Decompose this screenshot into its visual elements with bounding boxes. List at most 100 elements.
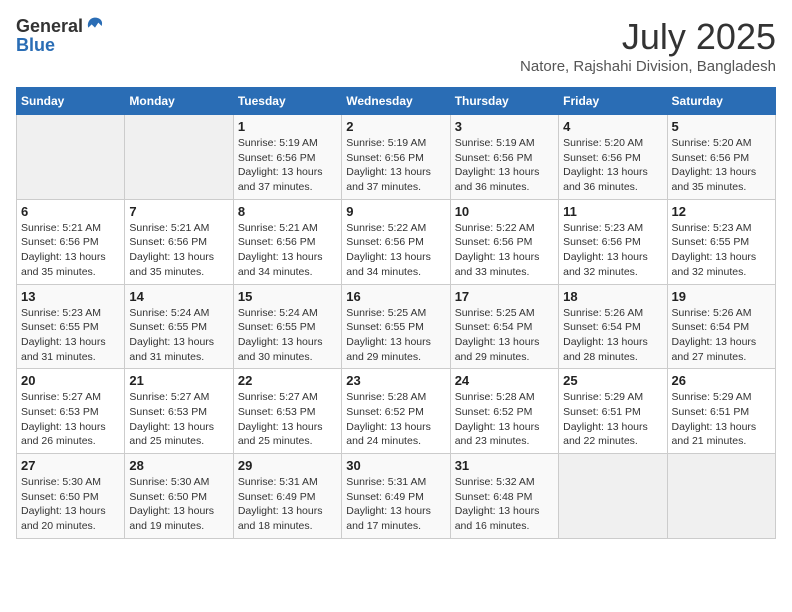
title-block: July 2025 Natore, Rajshahi Division, Ban… (520, 16, 776, 75)
day-number: 4 (563, 119, 662, 134)
weekday-header-friday: Friday (559, 88, 667, 115)
day-number: 16 (346, 289, 445, 304)
calendar-cell: 24Sunrise: 5:28 AMSunset: 6:52 PMDayligh… (450, 369, 558, 454)
logo-text-blue: Blue (16, 35, 55, 55)
calendar-cell: 31 Sunrise: 5:32 AMSunset: 6:48 PMDayligh… (450, 454, 558, 539)
day-number: 29 (238, 458, 337, 473)
calendar-cell: 29Sunrise: 5:31 AMSunset: 6:49 PMDayligh… (233, 454, 341, 539)
day-number: 5 (672, 119, 771, 134)
day-number: 23 (346, 373, 445, 388)
day-number: 21 (129, 373, 228, 388)
calendar-cell: 25Sunrise: 5:29 AMSunset: 6:51 PMDayligh… (559, 369, 667, 454)
day-number: 19 (672, 289, 771, 304)
calendar-cell: 20 Sunrise: 5:27 AMSunset: 6:53 PMDayligh… (17, 369, 125, 454)
day-detail: Sunrise: 5:28 AMSunset: 6:52 PMDaylight:… (346, 390, 445, 449)
day-number: 15 (238, 289, 337, 304)
day-detail: Sunrise: 5:21 AMSunset: 6:56 PMDaylight:… (21, 221, 120, 280)
day-number: 14 (129, 289, 228, 304)
weekday-header-thursday: Thursday (450, 88, 558, 115)
day-number: 11 (563, 204, 662, 219)
calendar-week-5: 27 Sunrise: 5:30 AMSunset: 6:50 PMDayligh… (17, 454, 776, 539)
day-detail: Sunrise: 5:26 AMSunset: 6:54 PMDaylight:… (563, 306, 662, 365)
day-detail: Sunrise: 5:27 AMSunset: 6:53 PMDaylight:… (238, 390, 337, 449)
day-detail: Sunrise: 5:25 AMSunset: 6:55 PMDaylight:… (346, 306, 445, 365)
day-number: 6 (21, 204, 120, 219)
calendar-cell: 12 Sunrise: 5:23 AMSunset: 6:55 PMDayligh… (667, 199, 775, 284)
calendar-cell: 8 Sunrise: 5:21 AMSunset: 6:56 PMDaylight… (233, 199, 341, 284)
day-number: 27 (21, 458, 120, 473)
day-number: 3 (455, 119, 554, 134)
day-number: 25 (563, 373, 662, 388)
calendar-cell (559, 454, 667, 539)
calendar-cell: 15 Sunrise: 5:24 AMSunset: 6:55 PMDayligh… (233, 284, 341, 369)
day-detail: Sunrise: 5:26 AMSunset: 6:54 PMDaylight:… (672, 306, 771, 365)
day-number: 1 (238, 119, 337, 134)
weekday-header-tuesday: Tuesday (233, 88, 341, 115)
day-number: 8 (238, 204, 337, 219)
day-number: 31 (455, 458, 554, 473)
day-detail: Sunrise: 5:21 AMSunset: 6:56 PMDaylight:… (129, 221, 228, 280)
calendar-title: July 2025 (520, 16, 776, 58)
day-number: 7 (129, 204, 228, 219)
day-detail: Sunrise: 5:30 AMSunset: 6:50 PMDaylight:… (21, 475, 120, 534)
weekday-header-wednesday: Wednesday (342, 88, 450, 115)
calendar-cell: 11 Sunrise: 5:23 AMSunset: 6:56 PMDayligh… (559, 199, 667, 284)
day-detail: Sunrise: 5:29 AMSunset: 6:51 PMDaylight:… (672, 390, 771, 449)
weekday-header-sunday: Sunday (17, 88, 125, 115)
calendar-cell: 3Sunrise: 5:19 AMSunset: 6:56 PMDaylight… (450, 115, 558, 200)
day-detail: Sunrise: 5:20 AMSunset: 6:56 PMDaylight:… (672, 136, 771, 195)
calendar-subtitle: Natore, Rajshahi Division, Bangladesh (520, 58, 776, 75)
calendar-cell: 21 Sunrise: 5:27 AMSunset: 6:53 PMDayligh… (125, 369, 233, 454)
day-detail: Sunrise: 5:32 AMSunset: 6:48 PMDaylight:… (455, 475, 554, 534)
calendar-cell: 26Sunrise: 5:29 AMSunset: 6:51 PMDayligh… (667, 369, 775, 454)
calendar-cell (17, 115, 125, 200)
day-detail: Sunrise: 5:21 AMSunset: 6:56 PMDaylight:… (238, 221, 337, 280)
calendar-cell: 22 Sunrise: 5:27 AMSunset: 6:53 PMDayligh… (233, 369, 341, 454)
calendar-cell: 7 Sunrise: 5:21 AMSunset: 6:56 PMDaylight… (125, 199, 233, 284)
calendar-cell: 18 Sunrise: 5:26 AMSunset: 6:54 PMDayligh… (559, 284, 667, 369)
calendar-cell: 19 Sunrise: 5:26 AMSunset: 6:54 PMDayligh… (667, 284, 775, 369)
day-number: 17 (455, 289, 554, 304)
calendar-week-4: 20 Sunrise: 5:27 AMSunset: 6:53 PMDayligh… (17, 369, 776, 454)
day-number: 22 (238, 373, 337, 388)
day-detail: Sunrise: 5:22 AMSunset: 6:56 PMDaylight:… (346, 221, 445, 280)
day-number: 9 (346, 204, 445, 219)
calendar-cell: 5 Sunrise: 5:20 AMSunset: 6:56 PMDaylight… (667, 115, 775, 200)
day-detail: Sunrise: 5:25 AMSunset: 6:54 PMDaylight:… (455, 306, 554, 365)
page-header: General Blue July 2025 Natore, Rajshahi … (16, 16, 776, 75)
calendar-cell: 28Sunrise: 5:30 AMSunset: 6:50 PMDayligh… (125, 454, 233, 539)
calendar-cell: 4 Sunrise: 5:20 AMSunset: 6:56 PMDaylight… (559, 115, 667, 200)
day-detail: Sunrise: 5:27 AMSunset: 6:53 PMDaylight:… (21, 390, 120, 449)
day-number: 12 (672, 204, 771, 219)
day-number: 20 (21, 373, 120, 388)
calendar-cell: 17 Sunrise: 5:25 AMSunset: 6:54 PMDayligh… (450, 284, 558, 369)
day-detail: Sunrise: 5:31 AMSunset: 6:49 PMDaylight:… (346, 475, 445, 534)
calendar-cell (125, 115, 233, 200)
day-detail: Sunrise: 5:22 AMSunset: 6:56 PMDaylight:… (455, 221, 554, 280)
day-detail: Sunrise: 5:23 AMSunset: 6:55 PMDaylight:… (672, 221, 771, 280)
calendar-cell: 23 Sunrise: 5:28 AMSunset: 6:52 PMDayligh… (342, 369, 450, 454)
day-detail: Sunrise: 5:27 AMSunset: 6:53 PMDaylight:… (129, 390, 228, 449)
calendar-week-3: 13 Sunrise: 5:23 AMSunset: 6:55 PMDayligh… (17, 284, 776, 369)
day-detail: Sunrise: 5:23 AMSunset: 6:56 PMDaylight:… (563, 221, 662, 280)
day-detail: Sunrise: 5:20 AMSunset: 6:56 PMDaylight:… (563, 136, 662, 195)
calendar-cell: 10 Sunrise: 5:22 AMSunset: 6:56 PMDayligh… (450, 199, 558, 284)
calendar-cell: 9 Sunrise: 5:22 AMSunset: 6:56 PMDaylight… (342, 199, 450, 284)
day-detail: Sunrise: 5:24 AMSunset: 6:55 PMDaylight:… (129, 306, 228, 365)
day-detail: Sunrise: 5:24 AMSunset: 6:55 PMDaylight:… (238, 306, 337, 365)
day-detail: Sunrise: 5:19 AMSunset: 6:56 PMDaylight:… (238, 136, 337, 195)
calendar-week-2: 6 Sunrise: 5:21 AMSunset: 6:56 PMDaylight… (17, 199, 776, 284)
calendar-cell: 30 Sunrise: 5:31 AMSunset: 6:49 PMDayligh… (342, 454, 450, 539)
day-number: 13 (21, 289, 120, 304)
calendar-cell: 27 Sunrise: 5:30 AMSunset: 6:50 PMDayligh… (17, 454, 125, 539)
weekday-header-saturday: Saturday (667, 88, 775, 115)
calendar-cell: 6 Sunrise: 5:21 AMSunset: 6:56 PMDaylight… (17, 199, 125, 284)
day-number: 10 (455, 204, 554, 219)
day-number: 30 (346, 458, 445, 473)
logo: General Blue (16, 16, 105, 56)
weekday-header-monday: Monday (125, 88, 233, 115)
day-number: 28 (129, 458, 228, 473)
calendar-cell: 13 Sunrise: 5:23 AMSunset: 6:55 PMDayligh… (17, 284, 125, 369)
day-number: 18 (563, 289, 662, 304)
day-detail: Sunrise: 5:23 AMSunset: 6:55 PMDaylight:… (21, 306, 120, 365)
